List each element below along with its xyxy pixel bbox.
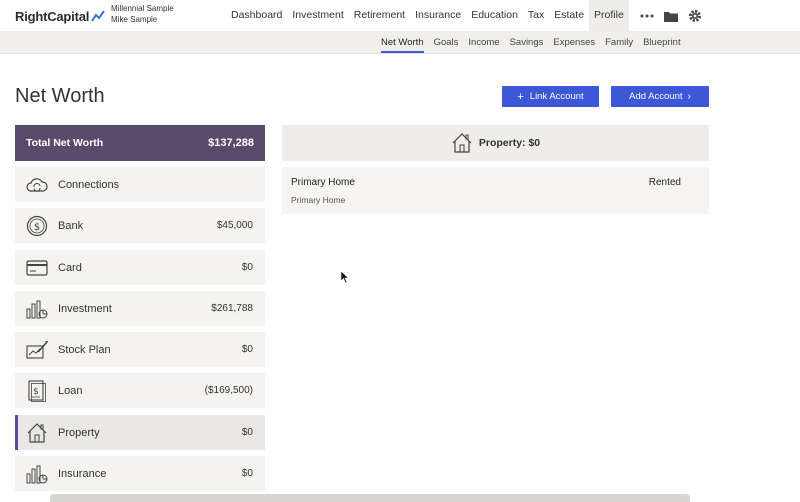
nav-tax[interactable]: Tax xyxy=(523,0,549,31)
dollar-coin-icon: $ xyxy=(25,214,49,238)
more-icon[interactable] xyxy=(640,9,654,23)
property-row-primary-home[interactable]: Primary Home Primary Home Rented xyxy=(282,167,709,214)
nav-retirement[interactable]: Retirement xyxy=(349,0,410,31)
tab-family[interactable]: Family xyxy=(600,31,638,54)
tab-savings[interactable]: Savings xyxy=(505,31,549,54)
property-name: Primary Home xyxy=(291,177,355,188)
credit-card-icon xyxy=(25,256,49,280)
total-net-worth-label: Total Net Worth xyxy=(26,137,104,149)
svg-text:$: $ xyxy=(33,387,39,397)
nav-icon-group xyxy=(640,0,712,31)
category-insurance[interactable]: Insurance $0 xyxy=(15,456,265,491)
category-amount: $0 xyxy=(241,427,253,438)
client-names[interactable]: Millennial Sample Mike Sample xyxy=(111,3,174,25)
bar-chart-icon xyxy=(25,297,49,321)
category-label: Loan xyxy=(58,384,83,397)
page-title: Net Worth xyxy=(15,85,105,107)
category-label: Bank xyxy=(58,219,84,232)
total-net-worth-value: $137,288 xyxy=(208,137,254,149)
nav-education[interactable]: Education xyxy=(466,0,523,31)
client-secondary-name: Mike Sample xyxy=(111,15,158,24)
category-property[interactable]: Property $0 xyxy=(15,415,265,450)
property-panel-header: Property: $0 xyxy=(282,125,709,161)
category-loan[interactable]: $ Loan ($169,500) xyxy=(15,373,265,408)
category-amount: $0 xyxy=(241,344,253,355)
logo-chart-icon xyxy=(91,10,105,22)
house-icon xyxy=(452,133,472,153)
loan-document-icon: $ xyxy=(25,379,49,403)
gear-icon[interactable] xyxy=(688,9,702,23)
category-investment[interactable]: Investment $261,788 xyxy=(15,291,265,326)
main-nav: Dashboard Investment Retirement Insuranc… xyxy=(226,0,629,31)
nav-insurance[interactable]: Insurance xyxy=(410,0,466,31)
category-label: Stock Plan xyxy=(58,343,111,356)
total-net-worth: Total Net Worth $137,288 xyxy=(15,125,265,161)
category-card[interactable]: Card $0 xyxy=(15,250,265,285)
folder-icon[interactable] xyxy=(664,9,678,23)
add-account-button[interactable]: Add Account › xyxy=(611,86,709,107)
house-icon xyxy=(25,421,49,445)
category-amount: ($169,500) xyxy=(204,385,253,396)
insurance-chart-icon xyxy=(25,462,49,486)
plus-icon: + xyxy=(517,90,524,103)
bottom-scroll-edge xyxy=(50,494,690,502)
chevron-right-icon: › xyxy=(687,91,691,102)
sub-navigation-bar: Net Worth Goals Income Savings Expenses … xyxy=(0,31,800,54)
category-label: Card xyxy=(58,261,82,274)
category-label: Investment xyxy=(58,302,112,315)
rightcapital-logo[interactable]: RightCapital xyxy=(15,7,105,25)
client-primary-name: Millennial Sample xyxy=(111,4,174,13)
link-account-button[interactable]: + Link Account xyxy=(502,86,599,107)
category-amount: $261,788 xyxy=(211,303,253,314)
mouse-cursor-icon xyxy=(341,271,349,283)
add-account-label: Add Account xyxy=(629,91,683,102)
brand-name: RightCapital xyxy=(15,8,90,24)
tab-blueprint[interactable]: Blueprint xyxy=(638,31,686,54)
top-navigation-bar: RightCapital Millennial Sample Mike Samp… xyxy=(0,0,800,31)
cloud-sync-icon xyxy=(25,173,49,197)
category-stock-plan[interactable]: Stock Plan $0 xyxy=(15,332,265,367)
nav-investment[interactable]: Investment xyxy=(287,0,348,31)
link-account-label: Link Account xyxy=(529,91,584,102)
nav-estate[interactable]: Estate xyxy=(549,0,589,31)
category-connections[interactable]: Connections xyxy=(15,167,265,202)
profile-subnav: Net Worth Goals Income Savings Expenses … xyxy=(376,31,686,54)
category-amount: $0 xyxy=(241,262,253,273)
tab-income[interactable]: Income xyxy=(463,31,504,54)
tab-expenses[interactable]: Expenses xyxy=(548,31,600,54)
property-type: Primary Home xyxy=(291,195,346,205)
category-label: Connections xyxy=(58,178,120,191)
category-amount: $45,000 xyxy=(216,220,253,231)
nav-dashboard[interactable]: Dashboard xyxy=(226,0,287,31)
category-label: Property xyxy=(58,426,100,439)
property-status: Rented xyxy=(648,177,681,188)
nav-profile[interactable]: Profile xyxy=(589,0,629,31)
tab-net-worth[interactable]: Net Worth xyxy=(376,31,429,54)
stock-certificate-icon xyxy=(25,338,49,362)
category-label: Insurance xyxy=(58,467,107,480)
category-bank[interactable]: $ Bank $45,000 xyxy=(15,208,265,243)
property-panel-title: Property: $0 xyxy=(478,137,541,149)
svg-text:$: $ xyxy=(34,222,40,233)
category-amount: $0 xyxy=(241,468,253,479)
tab-goals[interactable]: Goals xyxy=(429,31,464,54)
